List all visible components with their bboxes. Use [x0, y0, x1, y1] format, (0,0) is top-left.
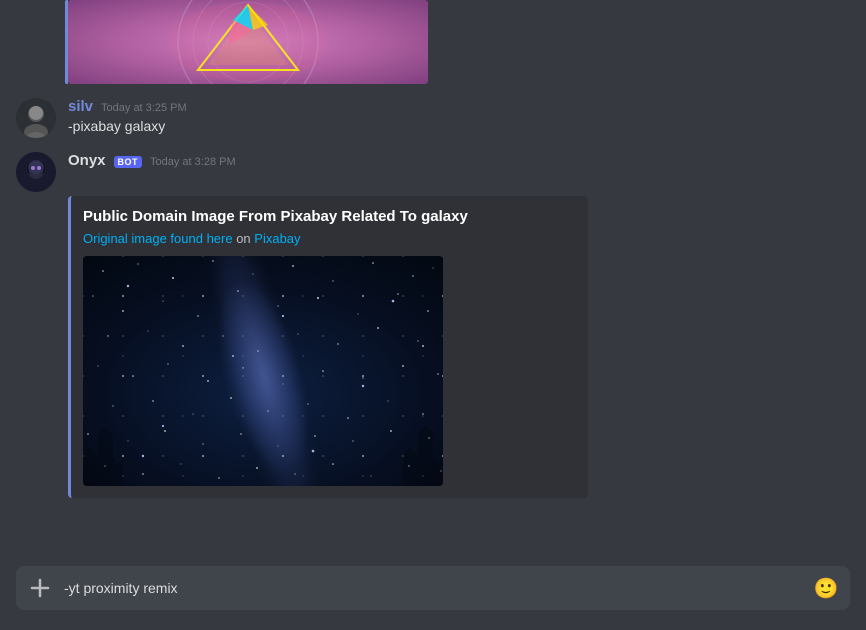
message-onyx: Onyx BOT Today at 3:28 PM — [0, 142, 866, 196]
scroll-spacer — [0, 506, 866, 566]
embed-galaxy-image — [83, 256, 443, 486]
galaxy-svg — [83, 256, 443, 486]
embed-link-separator: on — [233, 231, 255, 246]
silv-message-content: silv Today at 3:25 PM -pixabay galaxy — [68, 98, 850, 138]
add-attachment-button[interactable] — [24, 572, 56, 604]
embed-original-link[interactable]: Original image found here — [83, 231, 233, 246]
plus-icon — [30, 578, 50, 598]
emoji-button[interactable]: 🙂 — [810, 572, 842, 604]
message-input[interactable] — [60, 570, 810, 606]
silv-timestamp: Today at 3:25 PM — [101, 102, 187, 114]
top-image-inner — [68, 0, 428, 84]
previous-embed-image-block — [0, 0, 866, 88]
previous-embed-image — [68, 0, 428, 84]
silv-username: silv — [68, 98, 93, 115]
embed-title: Public Domain Image From Pixabay Related… — [83, 208, 576, 225]
embed-left-border-wrap — [68, 0, 850, 84]
onyx-message-header: Onyx BOT Today at 3:28 PM — [68, 152, 850, 169]
avatar-onyx — [16, 152, 56, 192]
embed-link-line: Original image found here on Pixabay — [83, 231, 576, 246]
input-bar: 🙂 — [16, 566, 850, 610]
onyx-username: Onyx — [68, 152, 106, 169]
chat-area: silv Today at 3:25 PM -pixabay galaxy — [0, 0, 866, 630]
bot-badge: BOT — [114, 156, 143, 168]
message-silv: silv Today at 3:25 PM -pixabay galaxy — [0, 88, 866, 142]
top-image-svg — [68, 0, 428, 84]
silv-message-header: silv Today at 3:25 PM — [68, 98, 850, 115]
avatar-silv — [16, 98, 56, 138]
silv-message-text: -pixabay galaxy — [68, 117, 850, 137]
onyx-timestamp: Today at 3:28 PM — [150, 156, 236, 168]
emoji-icon: 🙂 — [814, 576, 839, 601]
onyx-message-content: Onyx BOT Today at 3:28 PM — [68, 152, 850, 192]
onyx-embed: Public Domain Image From Pixabay Related… — [68, 196, 588, 498]
embed-pixabay-link[interactable]: Pixabay — [254, 231, 300, 246]
